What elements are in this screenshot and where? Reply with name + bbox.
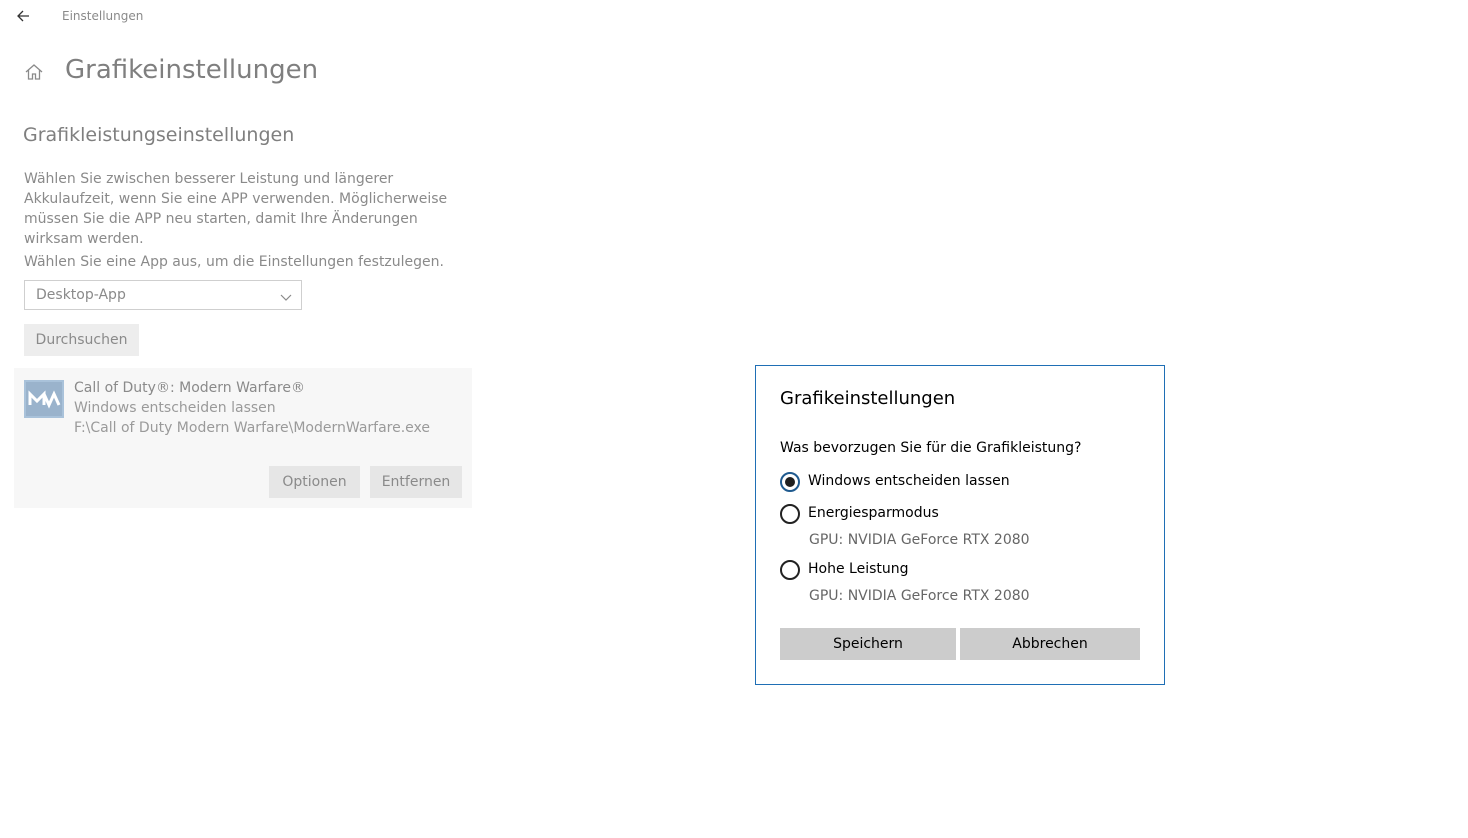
radio-button[interactable] xyxy=(780,504,800,524)
option-label: Energiesparmodus xyxy=(808,505,939,521)
options-button[interactable]: Optionen xyxy=(269,466,360,498)
browse-button[interactable]: Durchsuchen xyxy=(24,324,139,356)
app-list-item[interactable]: Call of Duty®: Modern Warfare® Windows e… xyxy=(14,368,472,508)
graphics-settings-dialog: Grafikeinstellungen Was bevorzugen Sie f… xyxy=(755,365,1165,685)
app-preference: Windows entscheiden lassen xyxy=(74,400,276,416)
back-arrow-icon[interactable] xyxy=(14,6,34,26)
dialog-title: Grafikeinstellungen xyxy=(780,388,956,409)
option-label: Hohe Leistung xyxy=(808,561,909,577)
dialog-question: Was bevorzugen Sie für die Grafikleistun… xyxy=(780,440,1082,456)
option-gpu-text: GPU: NVIDIA GeForce RTX 2080 xyxy=(809,588,1030,604)
app-name: Call of Duty®: Modern Warfare® xyxy=(74,380,305,396)
cancel-button[interactable]: Abbrechen xyxy=(960,628,1140,660)
radio-button-checked[interactable] xyxy=(780,472,800,492)
app-path: F:\Call of Duty Modern Warfare\ModernWar… xyxy=(74,420,431,436)
option-label: Windows entscheiden lassen xyxy=(808,473,1010,489)
home-icon[interactable] xyxy=(24,62,44,82)
app-type-dropdown[interactable]: Desktop-App xyxy=(24,280,302,310)
modern-warfare-app-icon xyxy=(24,380,64,418)
page-title: Grafikeinstellungen xyxy=(65,55,319,85)
description-text: Wählen Sie zwischen besserer Leistung un… xyxy=(24,171,448,247)
choose-app-label: Wählen Sie eine App aus, um die Einstell… xyxy=(24,254,444,270)
section-title: Grafikleistungseinstellungen xyxy=(23,124,295,146)
save-button[interactable]: Speichern xyxy=(780,628,956,660)
window-title: Einstellungen xyxy=(62,9,144,23)
radio-button[interactable] xyxy=(780,560,800,580)
app-type-selected: Desktop-App xyxy=(36,287,126,303)
chevron-down-icon xyxy=(279,289,293,303)
option-gpu-text: GPU: NVIDIA GeForce RTX 2080 xyxy=(809,532,1030,548)
remove-button[interactable]: Entfernen xyxy=(370,466,462,498)
